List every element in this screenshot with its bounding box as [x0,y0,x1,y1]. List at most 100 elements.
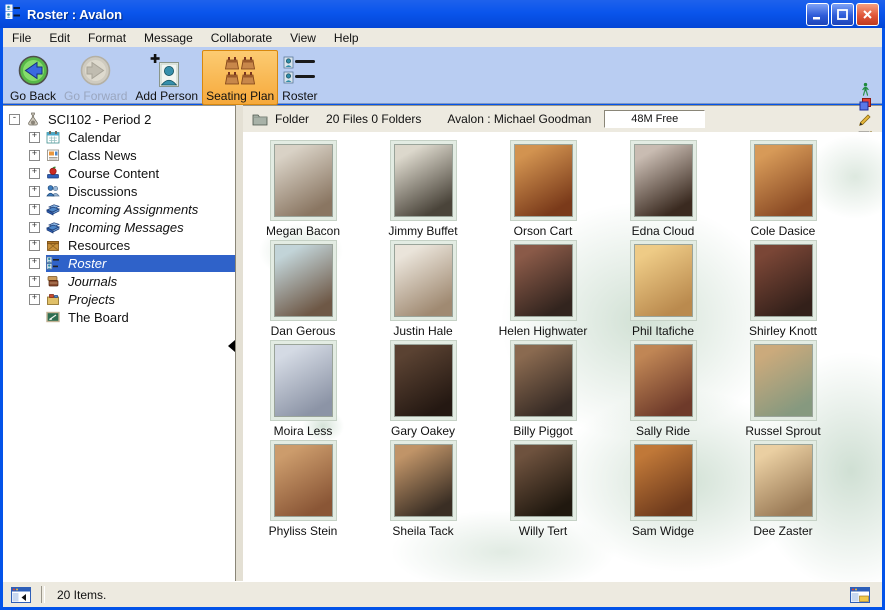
seating-plan-button[interactable]: Seating Plan [202,50,278,105]
student-name: Russel Sprout [745,424,820,438]
tree-item-journals[interactable]: + Journals [3,272,235,290]
student-photo[interactable] [274,444,333,517]
student-photo[interactable] [634,244,693,317]
menu-item-help[interactable]: Help [325,29,368,47]
student-photo[interactable] [394,244,453,317]
student-card-shirley-knott[interactable]: Shirley Knott [723,240,843,340]
tree-item-class-news[interactable]: + Class News [3,146,235,164]
layers-icon[interactable] [858,97,876,112]
student-card-justin-hale[interactable]: Justin Hale [363,240,483,340]
student-card-billy-piggot[interactable]: Billy Piggot [483,340,603,440]
tree-item-sci102-period-2[interactable]: - SCI102 - Period 2 [3,110,235,128]
add-person-button[interactable]: Add Person [131,50,202,105]
tree-item-incoming-assignments[interactable]: + Incoming Assignments [3,200,235,218]
expand-icon[interactable]: + [29,258,40,269]
free-space-text: 48M Free [631,113,678,125]
student-card-dan-gerous[interactable]: Dan Gerous [243,240,363,340]
tree-item-discussions[interactable]: + Discussions [3,182,235,200]
go-back-button[interactable]: Go Back [6,50,60,105]
student-card-gary-oakey[interactable]: Gary Oakey [363,340,483,440]
pencil-icon[interactable] [858,112,876,127]
student-photo[interactable] [754,244,813,317]
expand-icon[interactable]: - [9,114,20,125]
student-name: Shirley Knott [749,324,817,338]
tree-item-course-content[interactable]: + Course Content [3,164,235,182]
tree-item-projects[interactable]: + Projects [3,290,235,308]
collapse-panel-arrow-icon[interactable] [228,340,235,352]
student-photo[interactable] [634,344,693,417]
student-card-cole-dasice[interactable]: Cole Dasice [723,140,843,240]
go-forward-button[interactable]: Go Forward [60,50,131,105]
expand-icon[interactable]: + [29,276,40,287]
tree-item-label: Class News [65,148,140,163]
student-photo[interactable] [754,344,813,417]
student-photo[interactable] [274,244,333,317]
tree-item-the-board[interactable]: The Board [3,308,235,326]
student-card-sam-widge[interactable]: Sam Widge [603,440,723,540]
toggle-tree-panel-icon[interactable] [11,587,31,603]
student-card-willy-tert[interactable]: Willy Tert [483,440,603,540]
student-card-moira-less[interactable]: Moira Less [243,340,363,440]
student-card-megan-bacon[interactable]: Megan Bacon [243,140,363,240]
menu-item-edit[interactable]: Edit [40,29,79,47]
expand-icon[interactable]: + [29,204,40,215]
expand-icon[interactable]: + [29,150,40,161]
close-button[interactable] [856,3,879,26]
expand-icon[interactable]: + [29,294,40,305]
student-card-helen-highwater[interactable]: Helen Highwater [483,240,603,340]
student-photo[interactable] [754,444,813,517]
tree-item-roster[interactable]: + Roster [3,254,235,272]
student-photo[interactable] [514,144,573,217]
student-photo[interactable] [274,144,333,217]
student-card-phyliss-stein[interactable]: Phyliss Stein [243,440,363,540]
student-card-phil-itafiche[interactable]: Phil Itafiche [603,240,723,340]
student-photo[interactable] [394,444,453,517]
student-card-russel-sprout[interactable]: Russel Sprout [723,340,843,440]
menu-item-message[interactable]: Message [135,29,202,47]
expand-icon[interactable]: + [29,222,40,233]
expand-icon[interactable]: + [29,186,40,197]
maximize-button[interactable] [831,3,854,26]
student-photo[interactable] [634,144,693,217]
student-photo[interactable] [394,144,453,217]
student-photo[interactable] [514,244,573,317]
window-body: - SCI102 - Period 2 + Calendar + Class N… [3,105,882,582]
title-bar[interactable]: Roster : Avalon [0,0,885,28]
roster-button[interactable]: Roster [278,50,321,105]
tree-item-label: SCI102 - Period 2 [45,112,154,127]
menu-item-collaborate[interactable]: Collaborate [202,29,281,47]
student-photo[interactable] [754,144,813,217]
content-icon [46,166,61,181]
student-photo[interactable] [274,344,333,417]
window-title: Roster : Avalon [27,7,122,22]
student-card-dee-zaster[interactable]: Dee Zaster [723,440,843,540]
student-photo[interactable] [514,444,573,517]
expand-icon[interactable]: + [29,168,40,179]
tree-item-resources[interactable]: + Resources [3,236,235,254]
student-photo[interactable] [394,344,453,417]
student-card-edna-cloud[interactable]: Edna Cloud [603,140,723,240]
minimize-button[interactable] [806,3,829,26]
student-name: Willy Tert [519,524,567,538]
student-name: Jimmy Buffet [388,224,457,238]
layout-view-icon[interactable] [850,587,870,603]
student-card-sally-ride[interactable]: Sally Ride [603,340,723,440]
expand-icon[interactable]: + [29,240,40,251]
student-card-sheila-tack[interactable]: Sheila Tack [363,440,483,540]
student-photo[interactable] [514,344,573,417]
menu-item-view[interactable]: View [281,29,325,47]
roster-content: Megan Bacon Jimmy Buffet Orson Cart Edna… [243,132,882,582]
menu-item-file[interactable]: File [3,29,40,47]
expand-icon[interactable]: + [29,132,40,143]
student-card-jimmy-buffet[interactable]: Jimmy Buffet [363,140,483,240]
student-card-orson-cart[interactable]: Orson Cart [483,140,603,240]
tree-item-calendar[interactable]: + Calendar [3,128,235,146]
person-info-icon[interactable] [858,82,876,97]
menu-item-format[interactable]: Format [79,29,135,47]
student-photo[interactable] [634,444,693,517]
books-icon [46,202,61,217]
student-name: Gary Oakey [391,424,455,438]
seating-plan-icon [224,53,256,89]
student-name: Helen Highwater [499,324,588,338]
tree-item-incoming-messages[interactable]: + Incoming Messages [3,218,235,236]
